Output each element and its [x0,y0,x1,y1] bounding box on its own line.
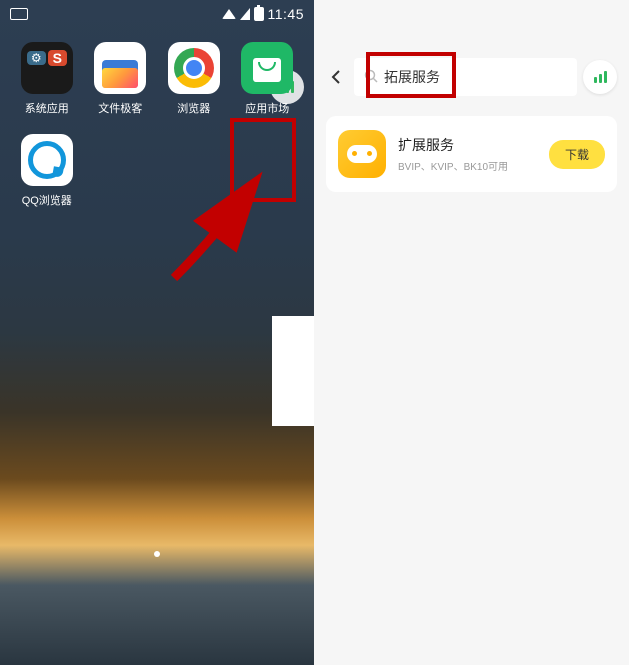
app-label: 文件极客 [98,100,142,116]
files-icon [94,42,146,94]
app-market-screen: 拓展服务 扩展服务 BVIP、KVIP、BK10可用 下载 [314,0,629,665]
app-system[interactable]: ⚙S 系统应用 [16,42,78,116]
chevron-left-icon [331,69,341,85]
signal-bars-icon [594,71,607,83]
search-input[interactable]: 拓展服务 [354,58,577,96]
chrome-icon [168,42,220,94]
search-value: 拓展服务 [384,67,440,87]
gamepad-icon [347,145,377,163]
result-subtitle: BVIP、KVIP、BK10可用 [398,158,537,173]
app-qq-browser[interactable]: QQ浏览器 [16,134,78,208]
result-info: 扩展服务 BVIP、KVIP、BK10可用 [398,135,537,173]
search-result-card[interactable]: 扩展服务 BVIP、KVIP、BK10可用 下载 [326,116,617,192]
app-files[interactable]: 文件极客 [90,42,152,116]
back-button[interactable] [324,65,348,89]
qq-browser-icon [21,134,73,186]
cell-signal-icon [240,8,250,20]
floating-stats-badge[interactable] [583,60,617,94]
wifi-icon [222,9,236,19]
system-apps-icon: ⚙S [21,42,73,94]
battery-icon [254,7,264,21]
result-app-icon [338,130,386,178]
download-button[interactable]: 下载 [549,140,605,169]
app-market[interactable]: 应用市场 [237,42,299,116]
app-label: 系统应用 [25,100,69,116]
result-title: 扩展服务 [398,135,537,155]
home-screen: 11:45 ⚙S 系统应用 文件极客 [0,0,314,665]
search-icon [364,69,378,86]
clock: 11:45 [268,6,305,22]
app-grid: ⚙S 系统应用 文件极客 浏览器 应用市场 [0,28,314,222]
status-bar: 11:45 [0,0,314,28]
app-label: 浏览器 [177,100,210,116]
keyboard-icon [10,8,28,20]
app-browser[interactable]: 浏览器 [163,42,225,116]
search-row: 拓展服务 [314,0,629,112]
app-market-icon [241,42,293,94]
page-indicator [154,551,160,557]
white-overlay [272,316,314,426]
app-label: QQ浏览器 [22,192,72,208]
